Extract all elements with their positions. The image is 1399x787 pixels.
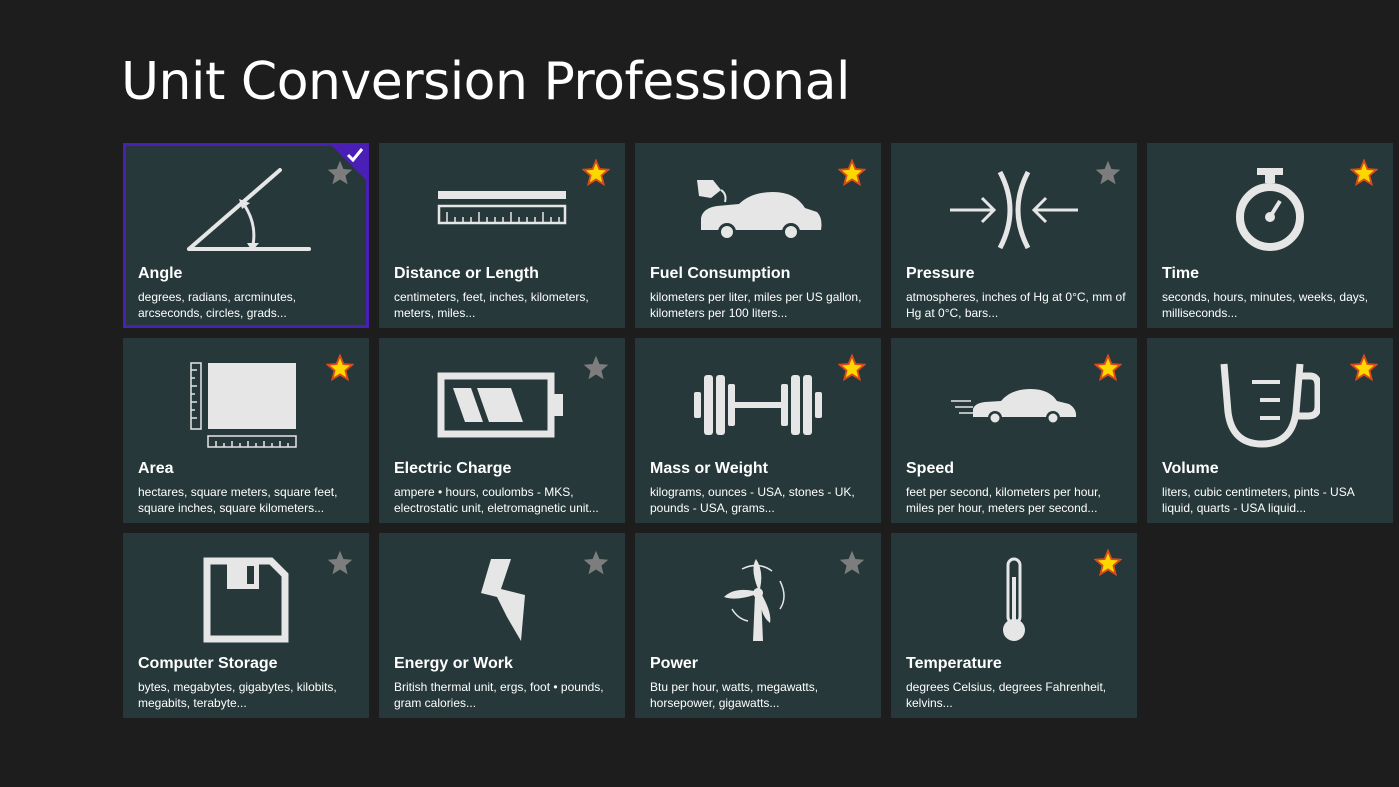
tile-temperature[interactable]: Temperature degrees Celsius, degrees Fah… [891, 533, 1137, 718]
tile-description: degrees, radians, arcminutes, arcseconds… [138, 290, 297, 320]
tile-description: liters, cubic centimeters, pints - USA l… [1162, 485, 1355, 515]
tile-description: ampere • hours, coulombs - MKS, electros… [394, 485, 599, 515]
star-icon[interactable] [582, 549, 610, 577]
star-icon[interactable] [1094, 354, 1122, 382]
star-icon[interactable] [838, 159, 866, 187]
tile-title: Temperature [906, 655, 1002, 672]
tile-area[interactable]: Area hectares, square meters, square fee… [123, 338, 369, 523]
tile-mass-or-weight[interactable]: Mass or Weight kilograms, ounces - USA, … [635, 338, 881, 523]
tile-title: Time [1162, 265, 1200, 282]
tile-description: feet per second, kilometers per hour, mi… [906, 485, 1101, 515]
tile-title: Distance or Length [394, 265, 539, 282]
tile-description: seconds, hours, minutes, weeks, days, mi… [1162, 290, 1369, 320]
tile-speed[interactable]: Speed feet per second, kilometers per ho… [891, 338, 1137, 523]
tile-angle[interactable]: Angle degrees, radians, arcminutes, arcs… [123, 143, 369, 328]
checkmark-icon [346, 148, 364, 163]
tile-distance-or-length[interactable]: Distance or Length centimeters, feet, in… [379, 143, 625, 328]
star-icon[interactable] [838, 354, 866, 382]
tile-title: Mass or Weight [650, 460, 768, 477]
tile-description: bytes, megabytes, gigabytes, kilobits, m… [138, 680, 337, 710]
tile-title: Area [138, 460, 174, 477]
star-icon[interactable] [326, 354, 354, 382]
tile-electric-charge[interactable]: Electric Charge ampere • hours, coulombs… [379, 338, 625, 523]
tile-title: Energy or Work [394, 655, 513, 672]
star-icon[interactable] [1094, 549, 1122, 577]
tile-title: Volume [1162, 460, 1219, 477]
tile-title: Speed [906, 460, 955, 477]
tile-description: degrees Celsius, degrees Fahrenheit, kel… [906, 680, 1107, 710]
tile-description: hectares, square meters, square feet, sq… [138, 485, 338, 515]
star-icon[interactable] [1350, 159, 1378, 187]
tile-description: centimeters, feet, inches, kilometers, m… [394, 290, 589, 320]
tile-volume[interactable]: Volume liters, cubic centimeters, pints … [1147, 338, 1393, 523]
star-icon[interactable] [582, 159, 610, 187]
tile-description: kilometers per liter, miles per US gallo… [650, 290, 862, 320]
tile-energy-or-work[interactable]: Energy or Work British thermal unit, erg… [379, 533, 625, 718]
star-icon[interactable] [326, 549, 354, 577]
tile-description: kilograms, ounces - USA, stones - UK, po… [650, 485, 855, 515]
tile-title: Power [650, 655, 699, 672]
tile-title: Angle [138, 265, 183, 282]
star-icon[interactable] [1350, 354, 1378, 382]
star-icon[interactable] [1094, 159, 1122, 187]
tile-title: Computer Storage [138, 655, 278, 672]
tile-title: Fuel Consumption [650, 265, 791, 282]
tile-description: atmospheres, inches of Hg at 0°C, mm of … [906, 290, 1126, 320]
star-icon[interactable] [838, 549, 866, 577]
tile-title: Pressure [906, 265, 975, 282]
tile-fuel-consumption[interactable]: Fuel Consumption kilometers per liter, m… [635, 143, 881, 328]
tile-time[interactable]: Time seconds, hours, minutes, weeks, day… [1147, 143, 1393, 328]
category-grid: Angle degrees, radians, arcminutes, arcs… [123, 143, 1393, 718]
tile-description: British thermal unit, ergs, foot • pound… [394, 680, 604, 710]
tile-power[interactable]: Power Btu per hour, watts, megawatts, ho… [635, 533, 881, 718]
star-icon[interactable] [582, 354, 610, 382]
tile-title: Electric Charge [394, 460, 512, 477]
tile-pressure[interactable]: Pressure atmospheres, inches of Hg at 0°… [891, 143, 1137, 328]
tile-description: Btu per hour, watts, megawatts, horsepow… [650, 680, 819, 710]
tile-computer-storage[interactable]: Computer Storage bytes, megabytes, gigab… [123, 533, 369, 718]
app-title: Unit Conversion Professional [121, 52, 850, 112]
